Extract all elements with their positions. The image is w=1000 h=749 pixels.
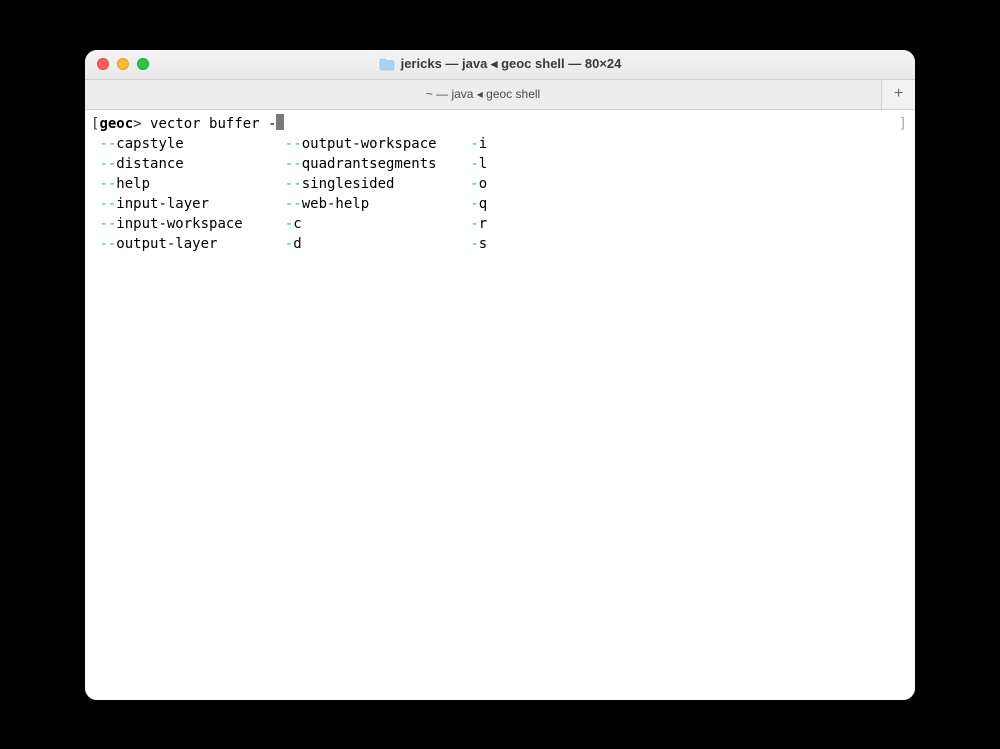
new-tab-button[interactable]: + <box>881 80 915 109</box>
prompt-close-bracket: ] <box>899 114 907 134</box>
terminal-content[interactable]: ][geoc> vector buffer - --capstyle --dis… <box>85 110 915 700</box>
list-item[interactable]: --input-workspace <box>91 214 276 234</box>
list-item[interactable]: --capstyle <box>91 134 276 154</box>
plus-icon: + <box>894 85 903 103</box>
list-item[interactable]: --quadrantsegments <box>276 154 461 174</box>
list-item[interactable]: -o <box>462 174 529 194</box>
completion-col-2: --output-workspace --quadrantsegments --… <box>276 134 461 254</box>
list-item[interactable]: --help <box>91 174 276 194</box>
titlebar[interactable]: jericks — java ◂ geoc shell — 80×24 <box>85 50 915 80</box>
completion-col-3: -i -l -o -q -r -s <box>462 134 529 254</box>
folder-icon <box>379 58 395 71</box>
window-title-text: jericks — java ◂ geoc shell — 80×24 <box>401 56 622 72</box>
list-item[interactable]: --singlesided <box>276 174 461 194</box>
traffic-lights <box>97 58 149 70</box>
list-item[interactable]: -d <box>276 234 461 254</box>
tabbar: ~ — java ◂ geoc shell + <box>85 80 915 110</box>
close-icon[interactable] <box>97 58 109 70</box>
completion-col-1: --capstyle --distance --help --input-lay… <box>91 134 276 254</box>
list-item[interactable]: --distance <box>91 154 276 174</box>
list-item[interactable]: -l <box>462 154 529 174</box>
list-item[interactable]: --input-layer <box>91 194 276 214</box>
list-item[interactable]: -c <box>276 214 461 234</box>
tab-active[interactable]: ~ — java ◂ geoc shell <box>85 80 881 109</box>
list-item[interactable]: -s <box>462 234 529 254</box>
list-item[interactable]: -i <box>462 134 529 154</box>
prompt-gt: > <box>133 116 141 132</box>
list-item[interactable]: --output-workspace <box>276 134 461 154</box>
list-item[interactable]: --output-layer <box>91 234 276 254</box>
completions-list: --capstyle --distance --help --input-lay… <box>91 134 909 254</box>
command-text: vector buffer - <box>150 116 276 132</box>
minimize-icon[interactable] <box>117 58 129 70</box>
tab-label: ~ — java ◂ geoc shell <box>426 87 540 101</box>
prompt-name: geoc <box>99 116 133 132</box>
window-title: jericks — java ◂ geoc shell — 80×24 <box>85 56 915 72</box>
cursor-icon <box>276 114 284 130</box>
zoom-icon[interactable] <box>137 58 149 70</box>
list-item[interactable]: --web-help <box>276 194 461 214</box>
list-item[interactable]: -q <box>462 194 529 214</box>
terminal-window: jericks — java ◂ geoc shell — 80×24 ~ — … <box>85 50 915 700</box>
list-item[interactable]: -r <box>462 214 529 234</box>
